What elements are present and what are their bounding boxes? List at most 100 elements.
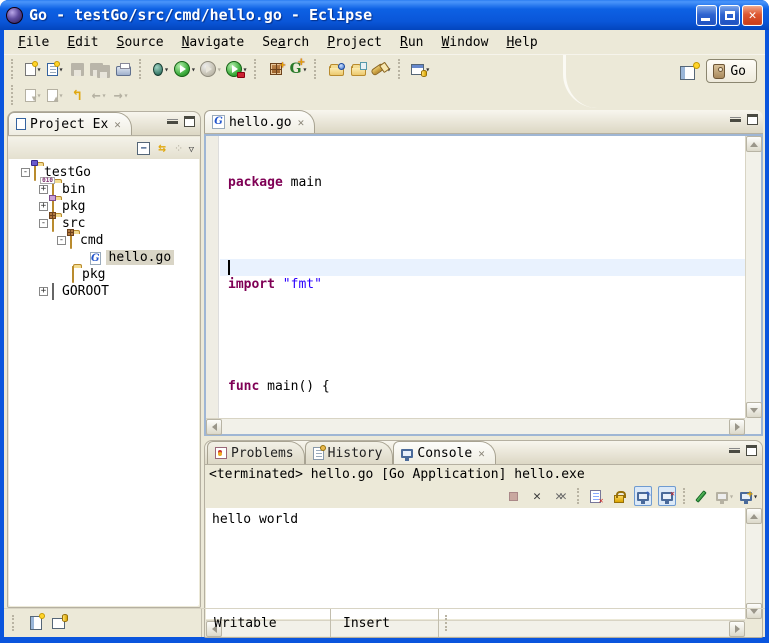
console-output-area[interactable]: hello world bbox=[206, 508, 761, 619]
new-wizard-button[interactable]: ▾ bbox=[22, 58, 44, 80]
close-button[interactable]: ✕ bbox=[742, 5, 763, 26]
close-editor-icon[interactable]: ✕ bbox=[298, 116, 305, 129]
remove-all-terminated-button[interactable]: ✕✕ bbox=[552, 486, 570, 506]
problems-icon bbox=[215, 447, 227, 459]
tree-item-testgo[interactable]: - testGo bbox=[9, 164, 199, 181]
editor-vertical-scrollbar[interactable] bbox=[745, 136, 761, 418]
editor-horizontal-scrollbar[interactable] bbox=[206, 418, 745, 434]
expander-icon[interactable]: - bbox=[39, 219, 48, 228]
show-stdout-toggle[interactable]: ✎ bbox=[634, 486, 652, 506]
save-icon bbox=[71, 63, 84, 76]
scroll-up-button[interactable] bbox=[746, 508, 762, 524]
problems-tab[interactable]: Problems bbox=[207, 441, 305, 464]
tree-item-src[interactable]: - src bbox=[9, 215, 199, 232]
tree-item-pkg-src[interactable]: pkg bbox=[9, 266, 199, 283]
tree-item-bin[interactable]: + 010 bin bbox=[9, 181, 199, 198]
open-resource-button[interactable] bbox=[325, 58, 347, 80]
tree-item-pkg[interactable]: + pkg bbox=[9, 198, 199, 215]
scroll-lock-button[interactable] bbox=[610, 486, 628, 506]
expander-icon[interactable]: + bbox=[39, 185, 48, 194]
remove-launch-icon: ✕ bbox=[533, 489, 541, 504]
console-vertical-scrollbar[interactable] bbox=[745, 508, 761, 619]
tree-item-goroot[interactable]: + GOROOT bbox=[9, 283, 199, 300]
scroll-left-button[interactable] bbox=[206, 419, 222, 435]
run-last-button[interactable]: ▾ bbox=[198, 58, 224, 80]
menu-navigate[interactable]: Navigate bbox=[174, 32, 253, 53]
show-stderr-toggle[interactable]: ✕ bbox=[658, 486, 676, 506]
menu-help[interactable]: Help bbox=[498, 32, 545, 53]
open-console-button[interactable]: +▾ bbox=[740, 486, 758, 506]
collapse-all-button[interactable]: − bbox=[137, 142, 150, 155]
maximize-editor-button[interactable] bbox=[747, 114, 758, 125]
view-menu-button[interactable]: ⁘ ▽ bbox=[174, 142, 194, 155]
previous-annotation-button[interactable]: ▲▾ bbox=[44, 84, 66, 106]
run-button[interactable]: ▾ bbox=[172, 58, 198, 80]
history-icon bbox=[313, 447, 324, 460]
code-text[interactable]: package main import "fmt" func main() { … bbox=[220, 136, 745, 418]
open-task-button[interactable] bbox=[347, 58, 369, 80]
new-go-package-button[interactable]: + bbox=[265, 58, 287, 80]
new-file-icon bbox=[25, 63, 36, 76]
maximize-button[interactable] bbox=[719, 5, 740, 26]
project-explorer-tab[interactable]: Project Ex ✕ bbox=[8, 112, 132, 135]
maximize-view-button[interactable] bbox=[184, 116, 195, 127]
back-button[interactable]: ←▾ bbox=[88, 84, 110, 106]
new-go-app-button[interactable]: G+▾ bbox=[287, 58, 309, 80]
debug-button[interactable]: ▾ bbox=[150, 58, 172, 80]
title-bar[interactable]: Go - testGo/src/cmd/hello.go - Eclipse ✕ bbox=[0, 0, 769, 30]
menu-source[interactable]: Source bbox=[109, 32, 172, 53]
fast-view-button[interactable] bbox=[30, 616, 42, 630]
minimize-console-button[interactable] bbox=[729, 448, 740, 453]
search-button[interactable]: ▾ bbox=[369, 58, 393, 80]
tree-item-cmd[interactable]: - cmd bbox=[9, 232, 199, 249]
print-button[interactable] bbox=[112, 58, 134, 80]
close-console-icon[interactable]: ✕ bbox=[478, 447, 485, 460]
launch-shortcut-button[interactable] bbox=[52, 618, 65, 629]
menu-run[interactable]: Run bbox=[392, 32, 431, 53]
menu-edit[interactable]: Edit bbox=[59, 32, 106, 53]
link-with-editor-button[interactable]: ⇆ bbox=[158, 141, 166, 156]
minimize-editor-button[interactable] bbox=[730, 117, 741, 122]
new-go-element-button[interactable]: ▾ bbox=[44, 58, 66, 80]
maximize-console-button[interactable] bbox=[746, 445, 757, 456]
menu-search[interactable]: Search bbox=[254, 32, 317, 53]
editor-tab-hello-go[interactable]: G hello.go ✕ bbox=[204, 110, 315, 133]
go-file-icon: G bbox=[90, 250, 101, 265]
menu-window[interactable]: Window bbox=[433, 32, 496, 53]
pin-console-button[interactable] bbox=[692, 486, 710, 506]
display-selected-console-button[interactable]: ▾ bbox=[716, 486, 734, 506]
remove-launch-button[interactable]: ✕ bbox=[528, 486, 546, 506]
go-perspective-icon bbox=[713, 64, 725, 79]
annotation-ruler[interactable] bbox=[206, 136, 219, 418]
console-tab[interactable]: Console ✕ bbox=[393, 441, 495, 464]
expander-icon[interactable]: - bbox=[21, 168, 30, 177]
next-annotation-button[interactable]: ▼▾ bbox=[22, 84, 44, 106]
tree-item-hello-go[interactable]: G hello.go bbox=[9, 249, 199, 266]
scroll-up-button[interactable] bbox=[746, 136, 762, 152]
workbench: File Edit Source Navigate Search Project… bbox=[4, 30, 765, 637]
external-tools-button[interactable]: ▾ bbox=[224, 58, 250, 80]
scroll-lock-icon bbox=[614, 495, 624, 503]
history-tab[interactable]: History bbox=[305, 441, 394, 464]
clear-console-button[interactable]: ✕ bbox=[586, 486, 604, 506]
open-perspective-button[interactable] bbox=[680, 62, 700, 80]
menu-file[interactable]: File bbox=[10, 32, 57, 53]
minimize-view-button[interactable] bbox=[167, 119, 178, 124]
last-edit-location-button[interactable]: ↰ bbox=[66, 84, 88, 106]
close-view-icon[interactable]: ✕ bbox=[114, 118, 121, 131]
terminate-button[interactable] bbox=[504, 486, 522, 506]
go-perspective-button[interactable]: Go bbox=[706, 59, 757, 83]
open-perspective-icon bbox=[680, 66, 695, 80]
expander-icon[interactable]: - bbox=[57, 236, 66, 245]
scroll-down-button[interactable] bbox=[746, 402, 762, 418]
scroll-right-button[interactable] bbox=[729, 419, 745, 435]
expander-icon[interactable]: + bbox=[39, 287, 48, 296]
save-button[interactable] bbox=[66, 58, 88, 80]
run-history-button[interactable]: ▾ bbox=[409, 58, 432, 80]
expander-icon[interactable]: + bbox=[39, 202, 48, 211]
forward-button[interactable]: →▾ bbox=[110, 84, 132, 106]
save-all-button[interactable] bbox=[88, 58, 112, 80]
editor-content[interactable]: package main import "fmt" func main() { … bbox=[204, 134, 763, 436]
menu-project[interactable]: Project bbox=[319, 32, 390, 53]
minimize-button[interactable] bbox=[696, 5, 717, 26]
